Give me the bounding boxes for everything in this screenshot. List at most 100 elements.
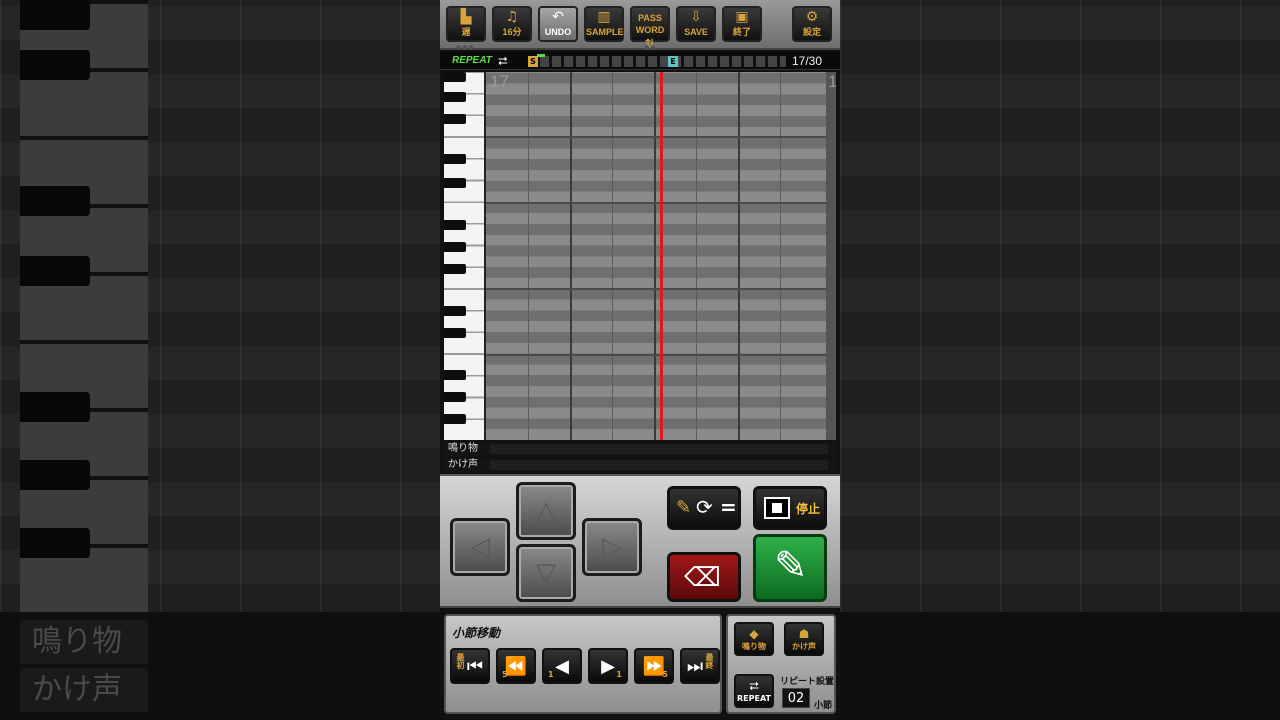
black-key[interactable] [444,306,466,316]
dpad-right-button[interactable]: ▷ [582,518,642,576]
narimono-icon: ◆ [749,627,759,641]
repeat-setting-title: リピート設置 [780,677,835,687]
control-panel: ◁ △ ▽ ▷ ✎ ⟳ = 停止 ⌫ ✎ [440,474,840,608]
backdrop-black-key [20,528,90,558]
tempo-button[interactable]: ▙ 遅 [446,6,486,42]
exit-button[interactable]: ▣ 終了 [722,6,762,42]
octave-line [486,288,826,290]
password-label: PASS WORD [635,13,665,35]
dpad-down-button[interactable]: ▽ [516,544,576,602]
narimono-lane: 鳴り物 [444,442,836,456]
chevron-down-icon: ▽ [536,558,556,588]
position-strip: REPEAT ⮂ S E 17/30 [440,52,840,70]
save-label: SAVE [684,27,708,37]
forward-5-label: 5 [662,670,668,679]
black-key[interactable] [444,114,466,124]
back-1-button[interactable]: ◀ 1 [542,648,582,684]
black-key[interactable] [444,370,466,380]
forward-5-button[interactable]: ⏩ 5 [634,648,674,684]
sample-button[interactable]: ▥ SAMPLE [584,6,624,42]
narimono-button[interactable]: ◆ 鳴り物 [734,622,774,656]
undo-button[interactable]: ↶ UNDO [538,6,578,42]
measure-nav-title: 小節移動 [452,626,501,640]
black-key[interactable] [444,414,466,424]
repeat-measure-count[interactable]: 02 [782,688,810,708]
measure-number: 17 [490,72,509,91]
narimono-lane-label: 鳴り物 [448,443,478,454]
octave-line [486,354,826,356]
chevron-left-icon: ◁ [470,532,490,562]
back-5-label: 5 [502,670,508,679]
stop-button[interactable]: 停止 [753,486,827,530]
black-key[interactable] [444,264,466,274]
back-1-label: 1 [548,670,554,679]
stop-label: 停止 [796,502,821,516]
piano-roll: 17 1 [444,72,836,440]
black-key[interactable] [444,92,466,102]
pen-button[interactable]: ✎ [753,534,827,602]
settings-icon: ⚙ [805,9,819,25]
note-length-button[interactable]: ♫ 16分 [492,6,532,42]
black-key[interactable] [444,220,466,230]
swap-icon: ⟳ [696,495,713,519]
repeat-button[interactable]: ⮂ REPEAT [734,674,774,708]
kakegoe-lane: かけ声 [444,458,836,472]
narimono-label: 鳴り物 [742,642,766,651]
piano-keyboard[interactable] [444,72,484,440]
note-grid[interactable] [486,72,826,440]
eraser-button[interactable]: ⌫ [667,552,741,602]
skip-first-icon: ⏮ [466,656,484,677]
exit-icon: ▣ [735,9,749,25]
pen-icon: ✎ [774,543,808,589]
first-measure-button[interactable]: 最初 ⏮ [450,648,490,684]
backdrop-black-key [20,460,90,490]
forward-1-button[interactable]: ▶ 1 [588,648,628,684]
forward-1-label: 1 [616,670,622,679]
note-length-label: 16分 [502,27,522,37]
last-measure-button[interactable]: ⏭ 最終 [680,648,720,684]
sample-label: SAMPLE [586,27,624,37]
password-button[interactable]: PASS WORD ⇅ [630,6,670,53]
black-key[interactable] [444,242,466,252]
undo-label: UNDO [544,27,572,37]
settings-button[interactable]: ⚙ 設定 [792,6,832,42]
beat-line [654,72,656,440]
kakegoe-button[interactable]: ☗ かけ声 [784,622,824,656]
page-dots: ●● [644,44,657,51]
black-key[interactable] [444,178,466,188]
backdrop-black-key [20,256,90,286]
black-key[interactable] [444,392,466,402]
save-button[interactable]: ⇩ SAVE [676,6,716,42]
measure-position: 17/30 [792,54,823,68]
beat-line [570,72,572,440]
swap-mode-button[interactable]: ✎ ⟳ = [667,486,741,530]
backdrop-bottom-right [840,612,1280,720]
stop-icon [764,497,790,519]
backdrop-kakegoe-label: かけ声 [20,668,148,712]
sample-icon: ▥ [597,9,611,25]
tempo-icon: ▙ [460,9,472,25]
black-key[interactable] [444,72,466,82]
kakegoe-track[interactable] [490,460,828,470]
backdrop-black-key [20,392,90,422]
back-5-button[interactable]: ⏪ 5 [496,648,536,684]
black-key[interactable] [444,154,466,164]
next-measure-edge [826,72,836,440]
repeat-indicator: REPEAT [452,55,492,66]
exit-label: 終了 [732,27,751,37]
dpad-up-button[interactable]: △ [516,482,576,540]
repeat-button-label: REPEAT [737,694,771,703]
grid-line [612,72,613,440]
measure-overview[interactable] [528,56,786,67]
black-key[interactable] [444,328,466,338]
dpad-left-button[interactable]: ◁ [450,518,510,576]
kakegoe-icon: ☗ [798,627,810,641]
toolbar: ▙ 遅 ♫ 16分 ↶ UNDO ▥ SAMPLE PASS WORD ⇅ ⇩ … [440,0,840,53]
loop-icon: ⮂ [498,54,508,68]
grid-line [696,72,697,440]
repeat-icon: ⮂ [749,679,759,693]
narimono-track[interactable] [490,444,828,454]
backdrop-keys [20,0,148,612]
chevron-right-icon: ▷ [602,532,622,562]
stage: 鳴り物 かけ声 ▙ 遅 ♫ 16分 ↶ UNDO ▥ SAMPLE PASS W… [0,0,1280,720]
